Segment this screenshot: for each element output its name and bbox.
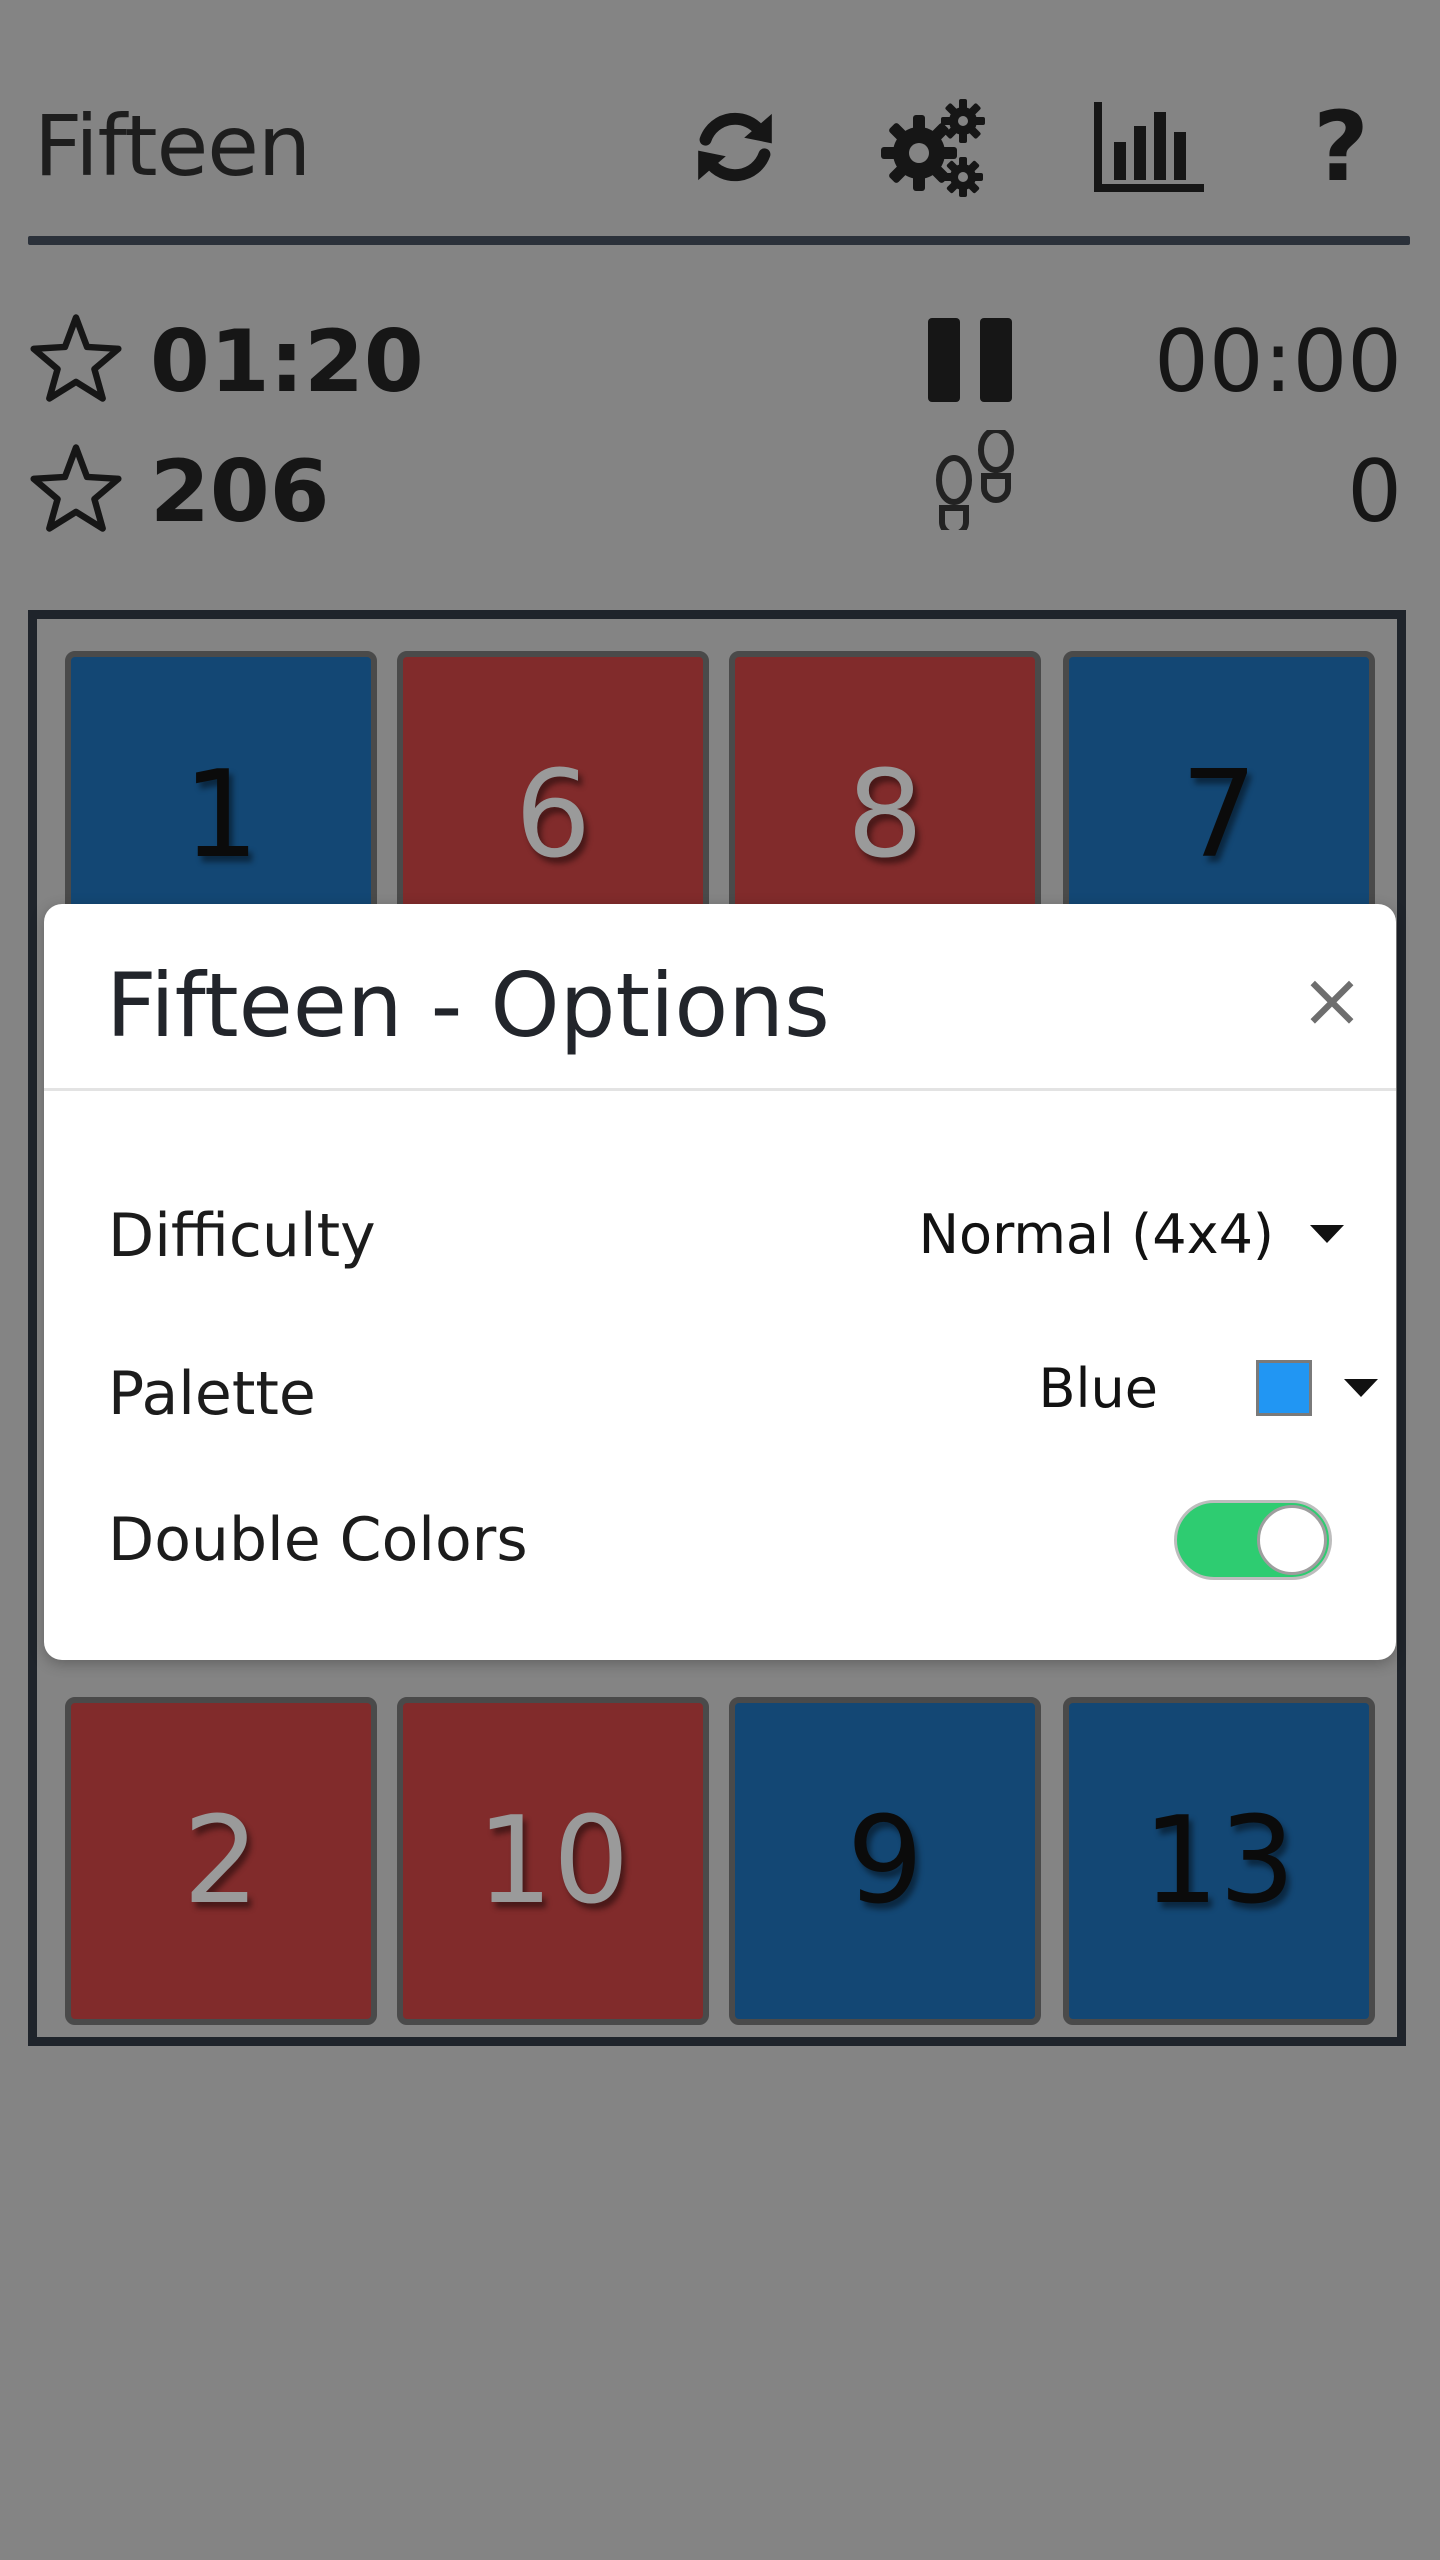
pause-button[interactable] [926,316,1016,406]
best-moves-star-icon [30,444,122,532]
palette-value: Blue [1038,1356,1159,1420]
difficulty-select[interactable]: Normal (4x4) [919,1194,1344,1274]
footsteps-icon [936,430,1014,530]
app-title: Fifteen [34,97,311,195]
double-colors-toggle[interactable] [1174,1500,1332,1580]
chart-icon[interactable] [1094,92,1204,202]
tile[interactable]: 13 [1063,1697,1375,2025]
double-colors-label: Double Colors [108,1505,528,1575]
tile[interactable]: 10 [397,1697,709,2025]
palette-label: Palette [108,1359,316,1429]
current-time-value: 00:00 [1154,312,1402,412]
close-button[interactable]: × [1292,960,1372,1040]
refresh-icon[interactable] [680,92,790,202]
options-dialog: Fifteen - Options × Difficulty Normal (4… [44,904,1396,1660]
best-time-star-icon [30,314,122,402]
current-moves-value: 0 [1347,442,1402,542]
chevron-down-icon [1344,1379,1378,1397]
gear-icon[interactable] [878,92,988,202]
tile[interactable]: 9 [729,1697,1041,2025]
palette-select[interactable]: Blue [1038,1348,1378,1428]
best-time-value: 01:20 [150,312,424,412]
dialog-title: Fifteen - Options [106,954,830,1057]
tile[interactable]: 2 [65,1697,377,2025]
header-divider [28,236,1410,245]
difficulty-value: Normal (4x4) [918,1202,1274,1266]
dialog-divider [44,1088,1396,1091]
difficulty-label: Difficulty [108,1201,376,1271]
best-moves-value: 206 [150,442,330,542]
help-icon[interactable]: ? [1286,91,1396,203]
chevron-down-icon [1310,1225,1344,1243]
toggle-knob [1257,1505,1327,1575]
palette-swatch [1256,1360,1312,1416]
